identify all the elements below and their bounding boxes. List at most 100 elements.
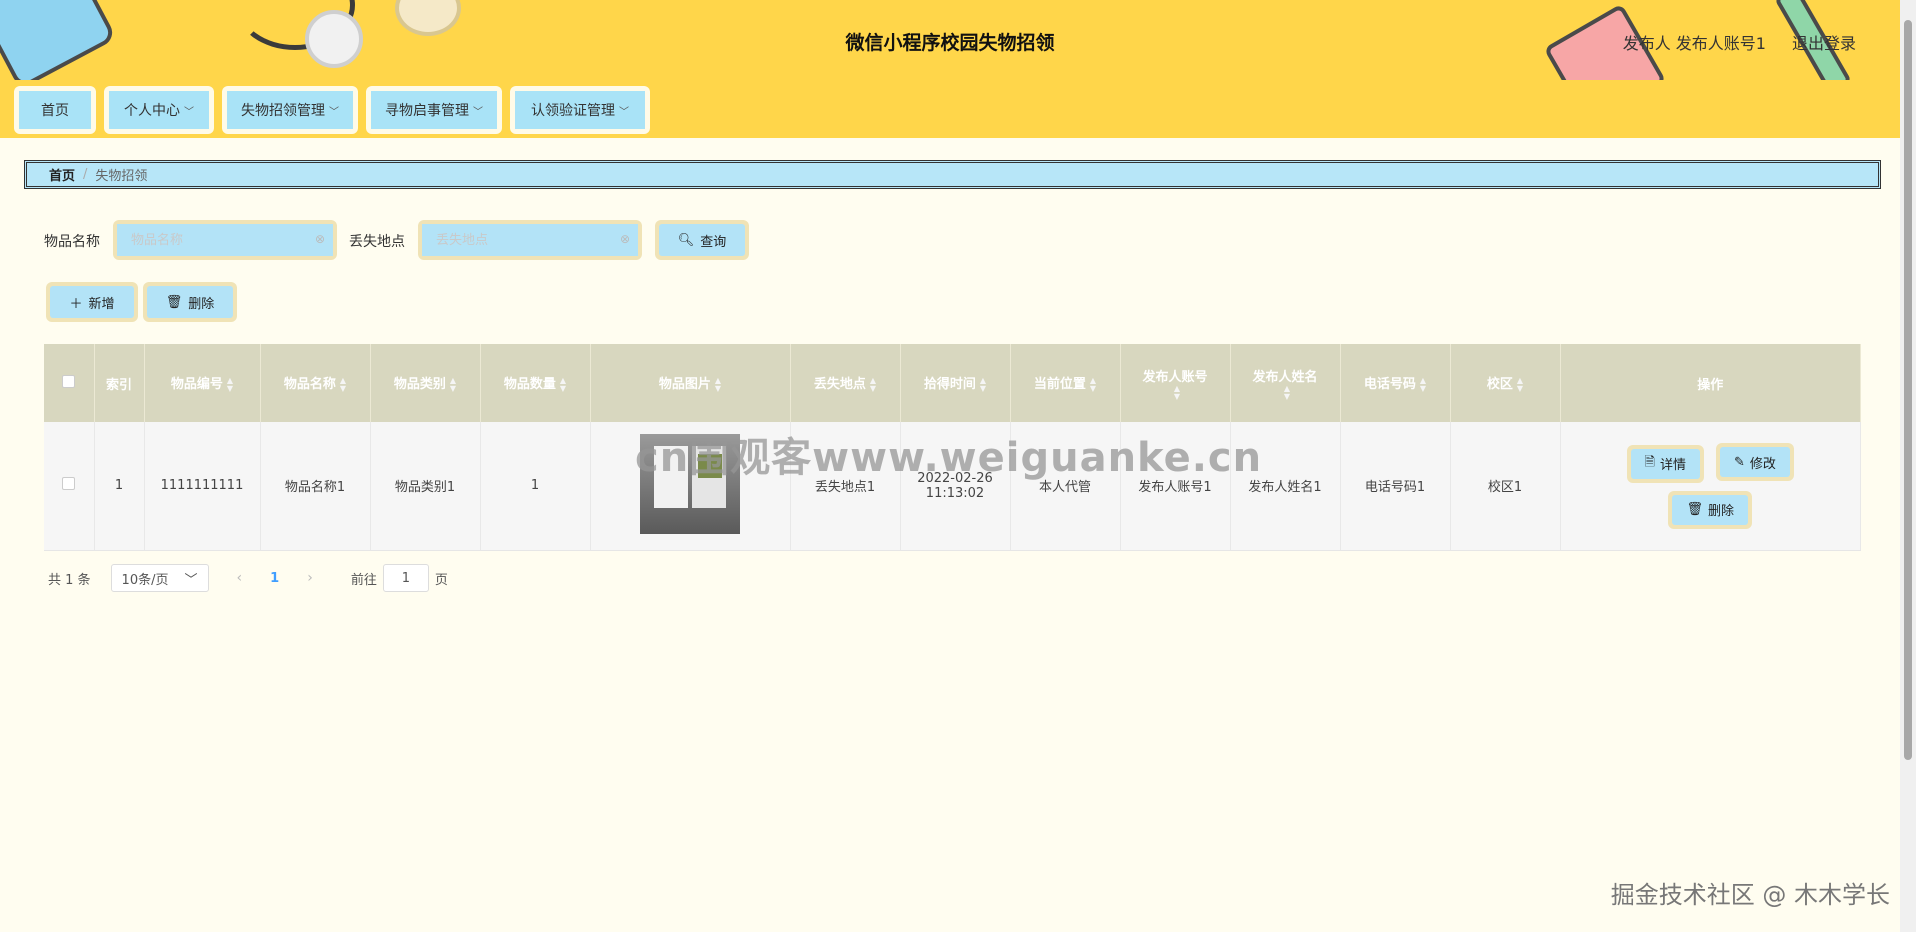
clear-icon[interactable]: ⊗ [315,232,325,246]
column-header: 操作 [1560,344,1861,422]
breadcrumb-home[interactable]: 首页 [49,165,75,184]
cell-quantity: 1 [480,422,591,551]
breadcrumb-separator: / [83,167,88,182]
cell-publisher: 发布人姓名1 [1230,422,1341,551]
nav-item-claim-verification-management[interactable]: 认领验证管理 ﹀ [510,86,650,134]
edit-button[interactable]: ✎ 修改 [1716,443,1794,481]
cell-lost-place: 丢失地点1 [790,422,901,551]
scrollbar-thumb[interactable] [1904,20,1912,760]
nav-item-label: 寻物启事管理 [385,103,469,119]
chevron-down-icon: ﹀ [329,106,339,118]
item-name-label: 物品名称 [44,234,100,250]
item-thumbnail[interactable] [640,433,740,534]
pagination: 共 1 条 10条/页﹀ ‹ 1 › 前往 页 [48,564,448,592]
nav-item-home[interactable]: 首页 [14,86,96,134]
cell-found-time: 2022-02-26 11:13:02 [900,422,1011,551]
column-header[interactable]: 发布人账号 ▲ ▼ [1120,344,1231,422]
table-row: 1 1111111111 物品名称1 物品类别1 1 丢失地点1 2022-02… [44,422,1861,551]
next-page-icon[interactable]: › [307,570,313,586]
sort-icon[interactable]: ▲ ▼ [870,376,876,393]
cell-location: 本人代管 [1010,422,1121,551]
column-header[interactable]: 拾得时间 ▲ ▼ [900,344,1011,422]
clear-icon[interactable]: ⊗ [620,232,630,246]
column-header[interactable]: 丢失地点 ▲ ▼ [790,344,901,422]
delete-button-label: 删除 [188,296,215,312]
column-header[interactable]: 物品类别 ▲ ▼ [370,344,481,422]
prev-page-icon[interactable]: ‹ [237,570,243,586]
cell-category: 物品类别1 [370,422,481,551]
column-header: 索引 [94,344,145,422]
cell-operations: 🗎 详情 ✎ 修改 🗑︎ 删除 [1560,422,1861,551]
page-scrollbar[interactable] [1900,0,1916,932]
sort-icon[interactable]: ▲ ▼ [450,376,456,393]
query-button[interactable]: 🔍︎ 查询 [655,220,749,260]
column-header[interactable]: 当前位置 ▲ ▼ [1010,344,1121,422]
column-header[interactable]: 发布人姓名 ▲ ▼ [1230,344,1341,422]
row-delete-button[interactable]: 🗑︎ 删除 [1668,490,1753,529]
goto-prefix: 前往 [350,572,377,588]
item-name-input[interactable] [117,224,333,256]
cell-phone: 电话号码1 [1340,422,1451,551]
item-name-search: ⊗ [113,220,337,260]
goto-suffix: 页 [434,572,448,588]
row-checkbox[interactable] [62,477,76,491]
sort-icon[interactable]: ▲ ▼ [980,376,986,393]
document-icon: 🗎 [1644,454,1655,470]
nav-item-lost-found-management[interactable]: 失物招领管理 ﹀ [222,86,358,134]
sort-icon[interactable]: ▲ ▼ [1090,376,1096,393]
sort-icon[interactable]: ▲ ▼ [560,376,566,393]
logout-link[interactable]: 退出登录 [1792,30,1856,54]
cell-account: 发布人账号1 [1120,422,1231,551]
sort-icon[interactable]: ▲ ▼ [715,376,721,393]
sort-icon[interactable]: ▲ ▼ [1284,384,1290,401]
select-all-cell [44,344,95,422]
app-title: 微信小程序校园失物招领 [845,32,1055,54]
cell-index: 1 [94,422,145,551]
sort-icon[interactable]: ▲ ▼ [1174,384,1180,401]
column-header[interactable]: 物品编号 ▲ ▼ [144,344,261,422]
nav-item-personal-center[interactable]: 个人中心 ﹀ [104,86,214,134]
breadcrumb-current: 失物招领 [95,169,148,184]
select-all-checkbox[interactable] [62,374,76,388]
found-time: 11:13:02 [925,485,985,501]
chevron-down-icon: ﹀ [184,572,198,588]
chevron-down-icon: ﹀ [473,106,483,118]
footer-watermark: 掘金技术社区 @ 木木学长 [1610,881,1890,909]
top-header: 微信小程序校园失物招领 发布人 发布人账号1 退出登录 [0,0,1900,80]
main-nav: 首页 个人中心 ﹀ 失物招领管理 ﹀ 寻物启事管理 ﹀ 认领验证管理 ﹀ [0,80,1900,138]
column-header[interactable]: 校区 ▲ ▼ [1450,344,1561,422]
search-icon: 🔍︎ [677,232,695,248]
detail-button[interactable]: 🗎 详情 [1626,444,1705,483]
chevron-down-icon: ﹀ [619,106,629,118]
chevron-down-icon: ﹀ [184,106,194,118]
column-header[interactable]: 物品图片 ▲ ▼ [590,344,791,422]
found-date: 2022-02-26 [917,470,993,486]
column-header[interactable]: 电话号码 ▲ ▼ [1340,344,1451,422]
lost-place-label: 丢失地点 [349,234,405,250]
column-header[interactable]: 物品名称 ▲ ▼ [260,344,371,422]
row-select-cell [44,422,95,551]
lost-place-input[interactable] [422,224,638,256]
trash-icon: 🗑︎ [1686,502,1703,517]
sort-icon[interactable]: ▲ ▼ [340,376,346,393]
column-header[interactable]: 物品数量 ▲ ▼ [480,344,591,422]
sort-icon[interactable]: ▲ ▼ [227,376,233,393]
nav-item-label: 认领验证管理 [531,103,615,119]
nav-item-lost-notice-management[interactable]: 寻物启事管理 ﹀ [366,86,502,134]
batch-delete-button[interactable]: 🗑︎ 删除 [143,282,237,322]
page-number[interactable]: 1 [270,571,279,586]
cell-campus: 校区1 [1450,422,1561,551]
goto-page-input[interactable] [382,564,429,592]
cell-name: 物品名称1 [260,422,371,551]
add-button-label: 新增 [88,296,115,312]
add-button[interactable]: ＋ 新增 [46,282,138,322]
table-header-row: 索引 物品编号 ▲ ▼ 物品名称 ▲ ▼ 物品类别 ▲ ▼ 物品数量 ▲ ▼ 物品图片 ▲ ▼ 丢失… [44,344,1861,422]
sort-icon[interactable]: ▲ ▼ [1420,376,1426,393]
page-size-select[interactable]: 10条/页 ﹀ [110,564,209,592]
nav-item-label: 个人中心 [124,103,180,119]
breadcrumb: 首页 / 失物招领 [24,160,1881,189]
query-button-label: 查询 [700,234,727,250]
sort-icon[interactable]: ▲ ▼ [1517,376,1523,393]
plus-icon: ＋ [69,296,83,312]
edit-icon: ✎ [1734,454,1745,470]
